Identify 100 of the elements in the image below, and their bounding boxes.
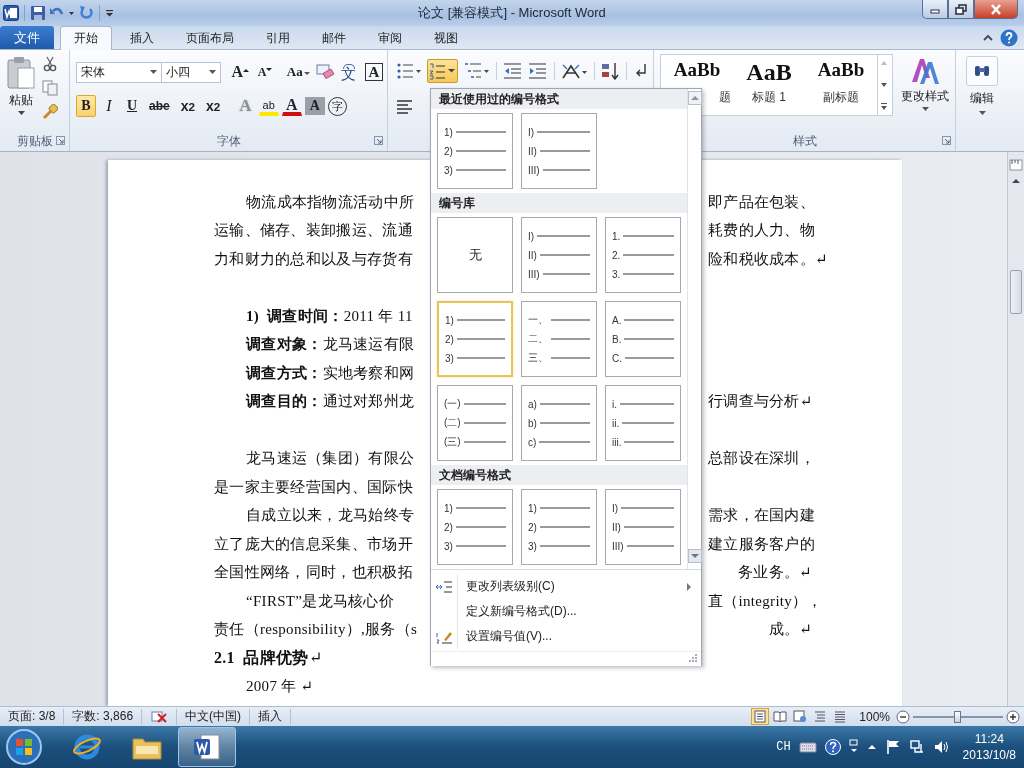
underline-button[interactable]: U [122,95,142,117]
save-icon[interactable] [30,5,46,21]
italic-button[interactable]: I [99,95,119,117]
scrollbar[interactable] [1007,152,1024,706]
style-subtitle[interactable]: AaBb 副标题 [805,55,877,115]
slider-thumb[interactable] [954,710,961,723]
menu-item[interactable]: 定义新编号格式(D)... [431,599,701,624]
body-text: 耗费的人力、物 [708,221,816,241]
section-header: 文档编号格式 [431,465,687,485]
document-app-icon [192,732,222,762]
start-button[interactable] [4,727,44,767]
phonetic-guide-button[interactable]: 文 [337,61,360,83]
zoom-out-icon[interactable] [896,709,910,724]
clock-time[interactable]: 11:24 [974,731,1004,747]
ribbon-tab[interactable]: 插入 [116,26,168,49]
flag-icon[interactable] [884,739,901,755]
insert-mode[interactable]: 插入 [250,708,292,725]
scroll-thumb[interactable] [1010,270,1022,314]
align-left-icon[interactable] [396,99,414,115]
file-tab[interactable]: 文件 [0,26,54,49]
highlight-button[interactable]: ab [258,96,279,116]
font-name-field[interactable]: 宋体 [76,61,163,83]
style-heading[interactable]: AaB 标题 1 [733,55,805,115]
caret-icon [208,69,216,75]
dialog-launcher-icon[interactable] [374,136,383,145]
ribbon-tab[interactable]: 邮件 [308,26,360,49]
change-case-button[interactable]: Aa [283,61,313,83]
help-icon[interactable] [824,739,841,755]
ribbon-tab[interactable]: 开始 [60,26,112,50]
scroll-down-icon[interactable] [688,549,702,563]
numbering-option[interactable]: 无 [437,217,513,293]
word-app-icon[interactable] [3,5,19,21]
caret-icon [448,69,456,73]
page-count[interactable]: 页面: 3/8 [0,708,65,725]
numbering-option[interactable]: 1) 2) 3) [437,489,513,565]
numbering-option[interactable]: 1. 2. 3. [605,217,681,293]
decrease-indent-icon[interactable] [502,62,523,80]
numbering-option[interactable]: 一、 二、 三、 [521,301,597,377]
menu-item[interactable]: 更改列表级别(C) [431,574,701,599]
show-hidden-icons-icon[interactable] [866,742,877,752]
ribbon-tab[interactable]: 审阅 [364,26,416,49]
font-size-field[interactable]: 小四 [161,61,221,83]
network-icon[interactable] [908,739,925,755]
character-shading-button[interactable]: A [304,97,325,115]
change-styles-button[interactable]: 更改样式 [897,54,953,112]
editing-button[interactable]: 编辑 [956,50,1008,116]
zoom-slider[interactable] [913,708,1003,725]
paste-button[interactable]: 粘贴 [4,54,38,131]
numbering-option[interactable]: 1) 2) 3) [437,301,513,377]
character-border-button[interactable]: A [364,63,383,81]
body-text: 总部设在深圳， [708,449,816,469]
bold-button[interactable]: B [76,95,96,117]
sort-icon[interactable] [600,62,621,80]
ribbon-tab[interactable]: 视图 [420,26,472,49]
body-text: 行调查与分析↵ [708,392,813,412]
numbering-option[interactable]: i. ii. iii. [605,385,681,461]
numbering-button[interactable] [427,59,459,83]
volume-icon[interactable] [932,739,949,755]
keyboard-icon[interactable] [798,741,817,753]
numbering-option[interactable]: I) II) III) [521,217,597,293]
cut-icon[interactable] [42,56,58,72]
font-color-button[interactable]: A [281,96,302,116]
dialog-launcher-icon[interactable] [56,136,65,145]
clock-date[interactable]: 2013/10/8 [962,747,1016,763]
grow-font-button[interactable]: A [227,61,251,83]
resize-grip-icon[interactable] [689,654,698,663]
body-text: 调查对象：龙马速运有限 [244,335,416,355]
dialog-launcher-icon[interactable] [942,136,951,145]
help-icon[interactable] [1000,28,1018,47]
increase-indent-icon[interactable] [528,62,548,80]
restore-button[interactable] [948,0,974,19]
multilevel-list-icon[interactable] [464,61,490,81]
input-language[interactable]: CH [776,740,791,754]
clear-format-icon[interactable] [315,63,335,81]
taskbar-app-button[interactable] [178,727,236,767]
close-button[interactable] [974,0,1018,19]
numbering-option[interactable]: 1) 2) 3) [521,489,597,565]
shrink-font-button[interactable]: A [253,61,275,83]
print-layout-icon[interactable] [751,708,770,725]
numbering-option[interactable]: A. B. C. [605,301,681,377]
bullets-icon[interactable] [396,61,422,81]
numbering-option[interactable]: I) II) III) [521,113,597,189]
language-indicator[interactable]: 中文(中国) [177,708,251,725]
proofing-icon[interactable] [150,709,169,724]
word-count[interactable]: 字数: 3,866 [64,708,143,725]
asian-layout-icon[interactable] [560,62,588,80]
format-painter-icon[interactable] [42,104,58,120]
numbering-option[interactable]: I) II) III) [605,489,681,565]
zoom-level[interactable]: 100% [859,709,890,724]
numbering-option[interactable]: 1) 2) 3) [437,113,513,189]
zoom-in-icon[interactable] [1006,709,1020,724]
reading-view-icon[interactable] [771,708,790,725]
ribbon-tab[interactable]: 页面布局 [172,26,248,49]
body-text: 龙马速运（集团）有限公 [245,449,416,469]
numbering-option[interactable]: a) b) c) [521,385,597,461]
strikethrough-button[interactable]: abe [145,95,174,117]
menu-item[interactable]: 设置编号值(V)... [431,624,701,649]
minimize-button[interactable] [922,0,948,19]
numbering-option[interactable]: (一) (二) (三) [437,385,513,461]
ribbon-tab[interactable]: 引用 [252,26,304,49]
